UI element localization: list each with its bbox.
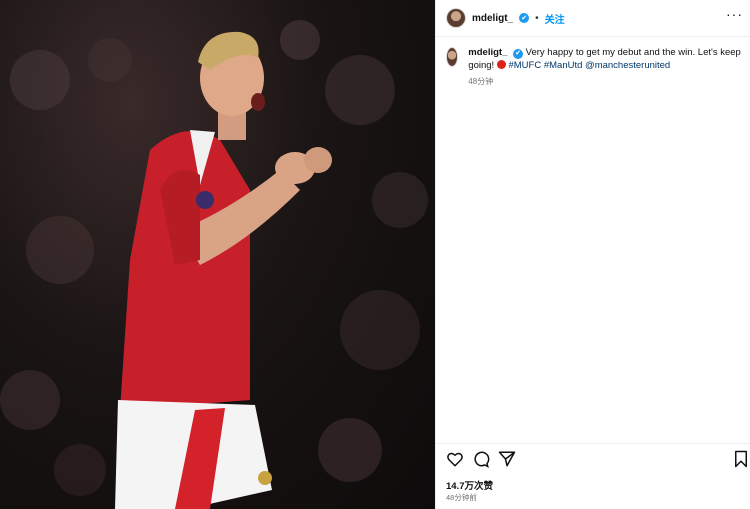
caption-username[interactable]: mdeligt_ bbox=[468, 47, 507, 58]
bookmark-icon[interactable] bbox=[732, 450, 750, 468]
follow-button[interactable]: 关注 bbox=[545, 11, 565, 26]
red-circle-emoji bbox=[496, 59, 506, 69]
header-separator: • bbox=[535, 12, 539, 24]
post-side-panel: mdeligt_ ✔ • 关注 ··· mdeligt_ ✔ Very happ… bbox=[435, 0, 750, 509]
more-options-icon[interactable]: ··· bbox=[726, 6, 743, 22]
post-header: mdeligt_ ✔ • 关注 bbox=[446, 7, 565, 29]
post-timestamp: 48分钟前 bbox=[446, 493, 477, 502]
avatar[interactable] bbox=[446, 8, 466, 28]
caption-verified-icon: ✔ bbox=[513, 49, 523, 60]
hashtag-mufc[interactable]: #MUFC bbox=[508, 60, 541, 71]
like-count[interactable]: 14.7万次赞 bbox=[446, 478, 493, 492]
share-icon[interactable] bbox=[498, 450, 516, 468]
comment-icon[interactable] bbox=[472, 450, 490, 468]
caption-text: mdeligt_ ✔ Very happy to get my debut an… bbox=[468, 47, 741, 72]
verified-icon: ✔ bbox=[519, 13, 530, 23]
header-username[interactable]: mdeligt_ bbox=[472, 13, 513, 24]
player-celebration-image bbox=[0, 20, 428, 509]
header-divider bbox=[436, 36, 750, 37]
caption: mdeligt_ ✔ Very happy to get my debut an… bbox=[446, 47, 741, 87]
action-bar bbox=[446, 450, 747, 470]
mention-manchesterunited[interactable]: @manchesterunited bbox=[585, 60, 670, 71]
caption-avatar[interactable] bbox=[446, 47, 459, 67]
heart-icon[interactable] bbox=[446, 450, 464, 468]
caption-time: 48分钟 bbox=[468, 77, 494, 86]
actions-divider bbox=[436, 443, 750, 444]
post-photo[interactable] bbox=[0, 0, 435, 509]
hashtag-manutd[interactable]: #ManUtd bbox=[544, 60, 583, 71]
